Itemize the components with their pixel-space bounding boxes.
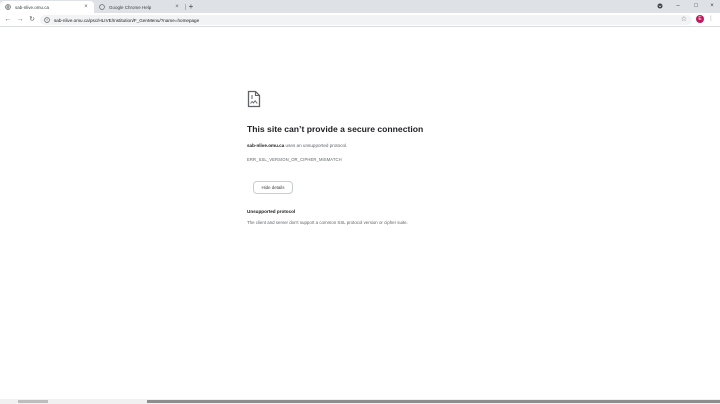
- url-text[interactable]: sab-nlive.omu.ca/psc/HLIVE/Institution/F…: [54, 18, 199, 23]
- close-window-icon[interactable]: ×: [704, 1, 720, 11]
- error-host: sab-nlive.omu.ca: [247, 143, 285, 148]
- menu-kebab-icon[interactable]: ⋮: [708, 15, 714, 25]
- hide-details-button[interactable]: Hide details: [253, 181, 293, 194]
- tab-strip: sab-nlive.omu.ca × Google Chrome Help × …: [0, 0, 720, 13]
- scrollbar-track-segment: [18, 400, 48, 403]
- google-favicon-icon: [99, 4, 105, 10]
- scrollbar-thumb[interactable]: [147, 400, 720, 403]
- error-subtext-message: uses an unsupported protocol.: [284, 143, 348, 148]
- broken-document-icon: [247, 90, 261, 108]
- tab-search-icon[interactable]: [652, 1, 668, 11]
- horizontal-scrollbar[interactable]: [0, 399, 720, 404]
- address-bar[interactable]: sab-nlive.omu.ca/psc/HLIVE/Institution/F…: [40, 15, 692, 25]
- maximize-icon[interactable]: □: [688, 1, 704, 11]
- reload-icon[interactable]: ↻: [27, 15, 37, 25]
- profile-avatar[interactable]: E: [696, 15, 704, 23]
- details-body: The client and server don't support a co…: [247, 220, 408, 225]
- new-tab-plus-icon[interactable]: +: [187, 2, 195, 11]
- bookmark-star-icon[interactable]: ☆: [681, 16, 687, 24]
- site-info-icon[interactable]: [44, 17, 50, 23]
- minimize-icon[interactable]: –: [670, 1, 686, 11]
- site-favicon-icon: [5, 4, 11, 10]
- back-arrow-icon[interactable]: ←: [3, 15, 13, 25]
- error-code: ERR_SSL_VERSION_OR_CIPHER_MISMATCH: [247, 157, 342, 162]
- tab-title: sab-nlive.omu.ca: [15, 4, 50, 10]
- error-heading: This site can’t provide a secure connect…: [247, 124, 424, 134]
- details-title: Unsupported protocol: [247, 209, 296, 214]
- tab-inactive[interactable]: Google Chrome Help ×: [94, 1, 185, 13]
- tab-active[interactable]: sab-nlive.omu.ca ×: [0, 1, 94, 13]
- tab-title: Google Chrome Help: [109, 4, 152, 10]
- browser-toolbar: ← → ↻ sab-nlive.omu.ca/psc/HLIVE/Institu…: [0, 13, 720, 27]
- tab-separator: [185, 4, 186, 10]
- error-subtext: sab-nlive.omu.ca uses an unsupported pro…: [247, 143, 347, 148]
- close-tab-icon[interactable]: ×: [83, 4, 89, 10]
- close-tab-icon[interactable]: ×: [174, 4, 180, 10]
- forward-arrow-icon[interactable]: →: [15, 15, 25, 25]
